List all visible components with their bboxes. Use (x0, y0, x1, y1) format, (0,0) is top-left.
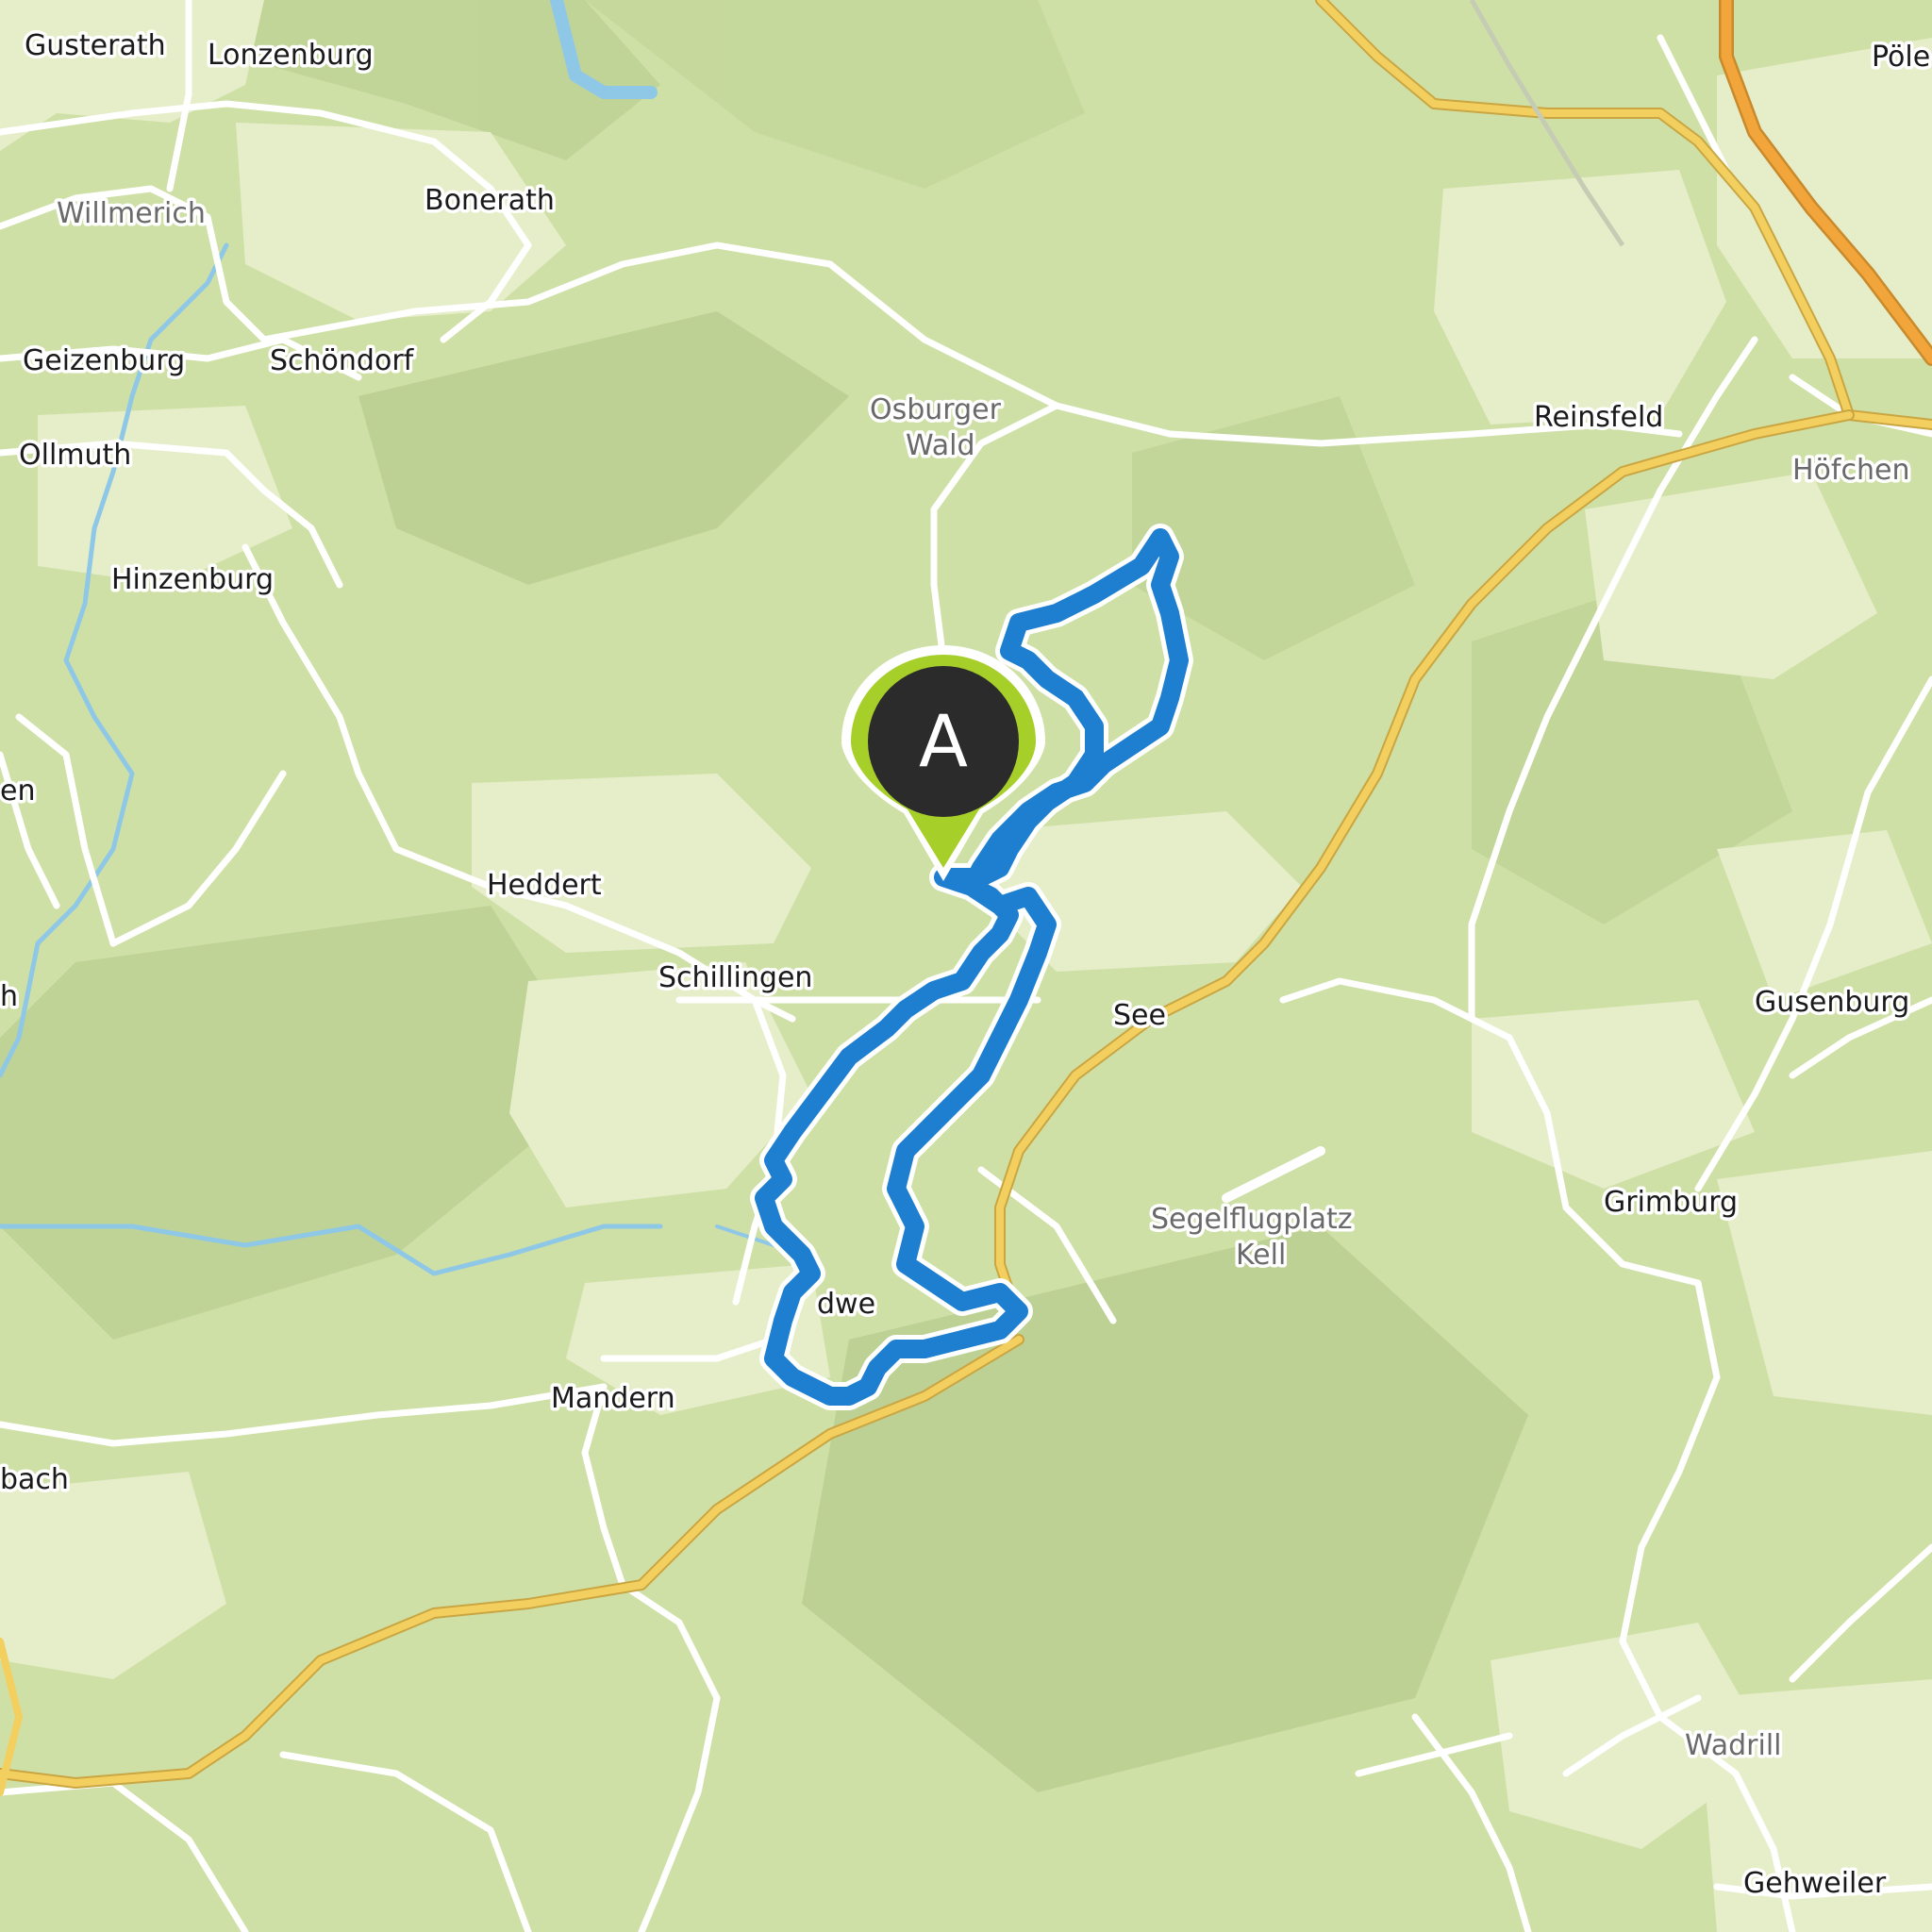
label-grimburg: Grimburg (1604, 1186, 1738, 1219)
label-hinzenburg: Hinzenburg (111, 563, 274, 596)
label-heddert: Heddert (487, 869, 602, 902)
label-mandern: Mandern (551, 1382, 675, 1415)
label-willmerich: Willmerich (57, 197, 206, 230)
map-canvas[interactable]: Gusterath Lonzenburg Pöle Willmerich Bon… (0, 0, 1932, 1932)
label-osburger-wald-1: Osburger (870, 393, 1002, 426)
label-gusenburg: Gusenburg (1755, 986, 1909, 1019)
label-ollmuth: Ollmuth (19, 439, 131, 472)
label-segelflugplatz-1: Segelflugplatz (1151, 1203, 1353, 1236)
label-osburger-wald-2: Wald (906, 429, 975, 462)
label-en: en (0, 774, 35, 808)
label-gehweiler: Gehweiler (1743, 1867, 1887, 1900)
label-see: See (1113, 999, 1166, 1032)
label-pole: Pöle (1872, 41, 1930, 74)
label-h: h (0, 980, 18, 1013)
label-schillingen: Schillingen (658, 961, 812, 994)
label-hofchen: Höfchen (1792, 454, 1909, 487)
label-dwe: dwe (817, 1288, 875, 1321)
start-marker-label: A (919, 699, 968, 783)
label-lonzenburg: Lonzenburg (208, 39, 374, 72)
label-bach: bach (0, 1463, 69, 1496)
label-gusterath: Gusterath (25, 29, 166, 62)
label-wadrill: Wadrill (1685, 1729, 1782, 1762)
label-reinsfeld: Reinsfeld (1534, 401, 1663, 434)
label-geizenburg: Geizenburg (23, 344, 185, 377)
label-bonerath: Bonerath (425, 184, 555, 217)
label-segelflugplatz-2: Kell (1236, 1239, 1286, 1272)
label-schondorf: Schöndorf (270, 344, 415, 377)
